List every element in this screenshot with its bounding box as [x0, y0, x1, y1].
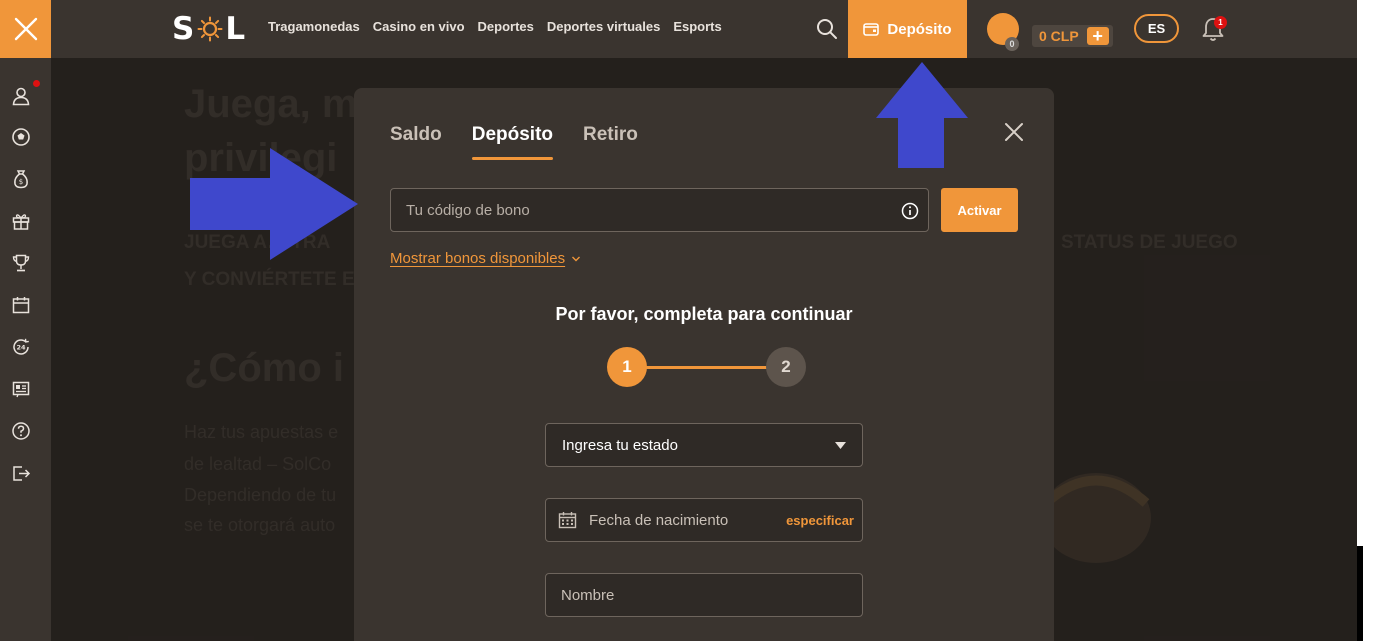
balance-amount: 0 CLP [1039, 28, 1079, 44]
user-icon[interactable] [11, 86, 31, 106]
close-icon [14, 17, 37, 41]
nav-item-sports[interactable]: Deportes [478, 19, 534, 34]
left-sidebar: $ 24 [0, 58, 51, 641]
nav-item-slots[interactable]: Tragamonedas [268, 19, 360, 34]
wallet-icon [863, 23, 880, 36]
sol-logo[interactable]: S L [172, 11, 247, 47]
logo-letter-l: L [225, 11, 247, 47]
state-select-value: Ingresa tu estado [562, 436, 678, 454]
screen-edge [1357, 0, 1377, 641]
help-icon[interactable] [11, 421, 31, 441]
menu-close-button[interactable] [0, 0, 51, 58]
nav-item-live-casino[interactable]: Casino en vivo [373, 19, 465, 34]
header-deposit-button[interactable]: Depósito [848, 0, 967, 58]
deposit-modal: Saldo Depósito Retiro Activar Mostrar bo… [354, 88, 1054, 641]
step-2: 2 [766, 347, 806, 387]
top-header: S L Tragamonedas Casino en vivo Deportes… [0, 0, 1357, 58]
tab-deposit[interactable]: Depósito [471, 124, 554, 160]
logo-letter-s: S [172, 11, 196, 47]
annotation-arrow-right [190, 148, 358, 260]
chevron-down-icon [572, 256, 581, 261]
tab-balance[interactable]: Saldo [390, 124, 442, 160]
caret-down-icon [835, 441, 846, 449]
24-hours-icon[interactable]: 24 [11, 337, 31, 357]
show-bonuses-label: Mostrar bonos disponibles [390, 250, 566, 267]
info-icon[interactable] [901, 202, 919, 220]
name-field[interactable]: Nombre [545, 573, 863, 617]
bonus-code-input[interactable] [391, 189, 928, 231]
form-title: Por favor, completa para continuar [555, 304, 853, 324]
sun-icon [197, 16, 223, 42]
nav-item-virtual-sports[interactable]: Deportes virtuales [547, 19, 660, 34]
activate-bonus-button[interactable]: Activar [941, 188, 1018, 232]
birthdate-label: Fecha de nacimiento [589, 511, 729, 529]
show-bonuses-link[interactable]: Mostrar bonos disponibles [390, 250, 581, 267]
calendar-icon[interactable] [11, 295, 31, 315]
bonus-code-field [390, 188, 929, 232]
calendar-icon [558, 512, 577, 529]
birthdate-field[interactable]: Fecha de nacimiento especificar [545, 498, 863, 542]
search-icon[interactable] [815, 17, 839, 41]
tab-withdraw[interactable]: Retiro [583, 124, 638, 160]
state-select[interactable]: Ingresa tu estado [545, 423, 863, 467]
language-selector[interactable]: ES [1134, 14, 1179, 43]
modal-tabs: Saldo Depósito Retiro [390, 124, 638, 160]
news-icon[interactable] [11, 379, 31, 399]
modal-close-icon[interactable] [1002, 120, 1026, 144]
header-deposit-label: Depósito [887, 20, 952, 38]
logout-icon[interactable] [11, 463, 31, 483]
stepper-line [645, 366, 769, 369]
balance-widget[interactable]: 0 CLP + [1032, 25, 1113, 47]
form-stepper: 1 2 [607, 347, 807, 387]
add-funds-button[interactable]: + [1086, 27, 1109, 45]
annotation-arrow-up [876, 62, 968, 168]
nav-item-esports[interactable]: Esports [673, 19, 721, 34]
main-nav: Tragamonedas Casino en vivo Deportes Dep… [268, 19, 722, 34]
site-viewport: Juega, m privilegi JUEGA A… TRA STATUS D… [0, 0, 1357, 641]
trophy-icon[interactable] [11, 253, 31, 273]
specify-birthdate-button[interactable]: especificar [786, 513, 854, 528]
step-1: 1 [607, 347, 647, 387]
svg-text:$: $ [19, 178, 23, 186]
football-icon[interactable] [11, 127, 31, 147]
svg-text:24: 24 [16, 344, 26, 352]
name-placeholder: Nombre [561, 586, 615, 604]
money-bag-icon[interactable]: $ [11, 169, 31, 189]
gift-icon[interactable] [11, 211, 31, 231]
avatar-level-badge: 0 [1005, 37, 1019, 51]
profile-alert-dot [33, 80, 40, 87]
notification-count-badge: 1 [1214, 16, 1227, 29]
screen-edge-shadow [1357, 546, 1363, 641]
